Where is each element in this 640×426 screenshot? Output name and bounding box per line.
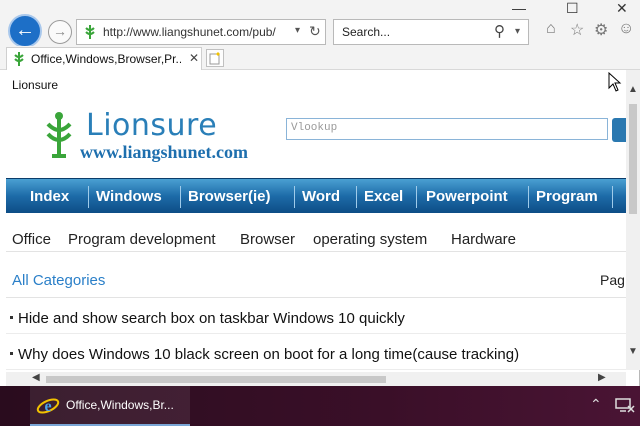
show-hidden-icons-chevron-icon[interactable]: ⌃ xyxy=(590,396,602,413)
lionsure-logo-icon xyxy=(46,112,72,158)
feedback-smiley-icon[interactable]: ☺ xyxy=(618,20,634,38)
browser-search-placeholder: Search... xyxy=(342,25,391,39)
category-header: All Categories Pag xyxy=(6,268,626,298)
maximize-button[interactable]: ☐ xyxy=(566,0,579,17)
scroll-down-icon[interactable]: ▼ xyxy=(628,346,638,357)
mouse-cursor-icon xyxy=(608,72,622,92)
arrow-left-icon: ← xyxy=(15,19,35,41)
arrow-right-icon: → xyxy=(53,23,67,39)
list-item[interactable]: Hide and show search box on taskbar Wind… xyxy=(6,304,626,334)
tab-label: Office,Windows,Browser,Pr... xyxy=(31,52,181,66)
browser-window: ← → http://www.liangshunet.com/pub/ ▾ ↻ … xyxy=(0,0,640,386)
tab-strip: Office,Windows,Browser,Pr... ✕ xyxy=(0,46,640,70)
menu-item-index[interactable]: Index xyxy=(30,188,69,205)
favorites-star-icon[interactable]: ☆ xyxy=(570,20,584,40)
page-viewport: Lionsure Lionsure www.liangshunet.com Vl… xyxy=(6,70,626,370)
menu-separator xyxy=(356,186,357,208)
new-tab-icon xyxy=(209,52,220,65)
vertical-scrollbar[interactable]: ▲ ▼ xyxy=(626,70,640,370)
navigation-bar: ← → http://www.liangshunet.com/pub/ ▾ ↻ … xyxy=(0,0,640,48)
bullet-icon xyxy=(10,352,13,355)
refresh-icon[interactable]: ↻ xyxy=(309,23,321,40)
address-bar[interactable]: http://www.liangshunet.com/pub/ ▾ ↻ xyxy=(76,19,326,45)
site-search-input[interactable]: Vlookup xyxy=(286,118,608,140)
tab-favicon-icon xyxy=(14,52,24,66)
horizontal-scrollbar[interactable]: ◀ ▶ xyxy=(6,372,626,386)
main-menu: Index Windows Browser(ie) Word Excel Pow… xyxy=(6,178,626,213)
sub-nav-program-development[interactable]: Program development xyxy=(68,231,216,248)
new-tab-button[interactable] xyxy=(206,49,224,67)
close-tab-icon[interactable]: ✕ xyxy=(189,51,199,65)
menu-separator xyxy=(88,186,89,208)
list-item[interactable]: Why does Windows 10 black screen on boot… xyxy=(6,340,626,370)
home-icon[interactable]: ⌂ xyxy=(546,20,556,38)
site-logo-url[interactable]: www.liangshunet.com xyxy=(80,142,248,163)
taskbar-item-label: Office,Windows,Br... xyxy=(66,398,174,412)
network-icon[interactable] xyxy=(614,396,636,414)
menu-item-program[interactable]: Program xyxy=(536,188,598,205)
browser-search-box[interactable]: Search... ⚲ ▾ xyxy=(333,19,529,45)
forward-button[interactable]: → xyxy=(48,20,72,44)
menu-separator xyxy=(180,186,181,208)
page-caption: Lionsure xyxy=(12,78,59,92)
sub-nav-operating-system[interactable]: operating system xyxy=(313,231,427,248)
settings-gear-icon[interactable]: ⚙ xyxy=(594,20,608,40)
minimize-button[interactable]: — xyxy=(512,0,526,16)
scroll-up-icon[interactable]: ▲ xyxy=(628,84,638,95)
site-search-value: Vlookup xyxy=(291,122,338,134)
search-icon[interactable]: ⚲ xyxy=(494,22,505,40)
internet-explorer-icon: e xyxy=(36,398,60,415)
menu-separator xyxy=(528,186,529,208)
sub-nav-browser[interactable]: Browser xyxy=(240,231,295,248)
taskbar-item-ie[interactable]: e Office,Windows,Br... xyxy=(30,386,190,426)
menu-item-windows[interactable]: Windows xyxy=(96,188,162,205)
address-dropdown-icon[interactable]: ▾ xyxy=(295,25,300,36)
menu-item-powerpoint[interactable]: Powerpoint xyxy=(426,188,508,205)
vertical-scroll-thumb[interactable] xyxy=(629,104,637,214)
menu-separator xyxy=(416,186,417,208)
menu-item-browser-ie[interactable]: Browser(ie) xyxy=(188,188,271,205)
search-dropdown-icon[interactable]: ▾ xyxy=(515,26,520,37)
scroll-left-icon[interactable]: ◀ xyxy=(32,372,40,383)
article-link[interactable]: Why does Windows 10 black screen on boot… xyxy=(18,346,519,363)
menu-item-excel[interactable]: Excel xyxy=(364,188,403,205)
close-window-button[interactable]: ✕ xyxy=(616,0,628,17)
svg-text:e: e xyxy=(44,398,51,415)
address-bar-url: http://www.liangshunet.com/pub/ xyxy=(103,25,276,39)
article-link[interactable]: Hide and show search box on taskbar Wind… xyxy=(18,310,405,327)
site-search-button[interactable] xyxy=(612,118,626,142)
tab-active[interactable]: Office,Windows,Browser,Pr... ✕ xyxy=(6,47,202,70)
site-favicon-icon xyxy=(85,25,95,39)
all-categories-link[interactable]: All Categories xyxy=(12,272,105,289)
bullet-icon xyxy=(10,316,13,319)
menu-separator xyxy=(612,186,613,208)
horizontal-scroll-thumb[interactable] xyxy=(46,376,386,383)
back-button[interactable]: ← xyxy=(8,14,42,48)
sub-nav-hardware[interactable]: Hardware xyxy=(451,231,516,248)
scroll-right-icon[interactable]: ▶ xyxy=(598,372,606,383)
sub-nav-office[interactable]: Office xyxy=(12,231,51,248)
menu-separator xyxy=(294,186,295,208)
menu-item-word[interactable]: Word xyxy=(302,188,340,205)
site-logo-name[interactable]: Lionsure xyxy=(86,108,217,143)
pagination-label[interactable]: Pag xyxy=(600,272,625,288)
sub-navigation: Office Program development Browser opera… xyxy=(6,222,626,252)
taskbar: e Office,Windows,Br... ⌃ xyxy=(0,386,640,426)
